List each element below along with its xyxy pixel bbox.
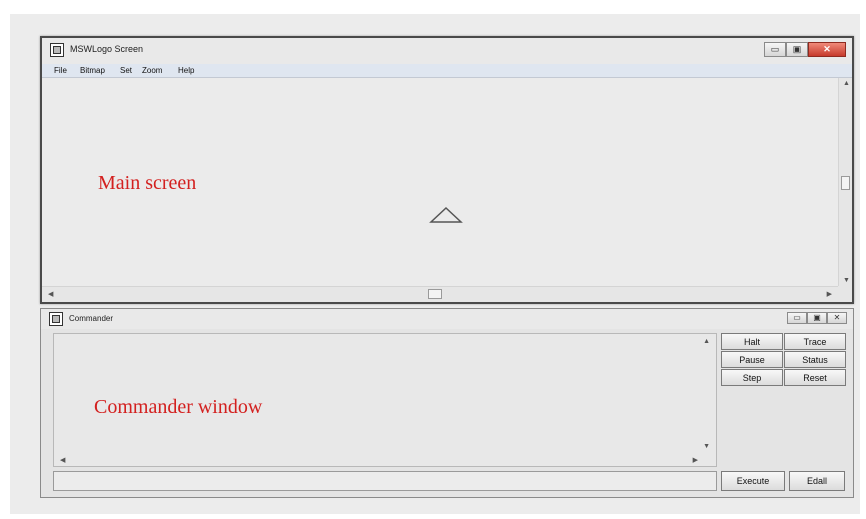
close-button[interactable]: ✕ [808, 42, 846, 57]
mswlogo-screen-window: MSWLogo Screen ▭ ▣ ✕ File Bitmap Set Zoo… [40, 36, 854, 304]
drawing-canvas[interactable]: Main screen [42, 78, 838, 286]
history-scroll-down-icon[interactable]: ▼ [703, 443, 710, 450]
step-button[interactable]: Step [721, 369, 783, 386]
commander-close-button[interactable]: ✕ [827, 312, 847, 324]
menu-bar: File Bitmap Set Zoom Help [42, 64, 852, 78]
scroll-down-icon[interactable]: ▼ [843, 277, 850, 284]
window-title: MSWLogo Screen [70, 44, 144, 54]
commander-button-grid: Halt Trace Pause Status Step Reset [721, 333, 846, 386]
menu-bitmap[interactable]: Bitmap [80, 66, 105, 75]
scroll-up-icon[interactable]: ▲ [843, 80, 850, 87]
menu-set[interactable]: Set [120, 66, 132, 75]
trace-button[interactable]: Trace [784, 333, 846, 350]
commander-minimize-button[interactable]: ▭ [787, 312, 807, 324]
command-history[interactable]: Commander window ▲ ▼ ◀ ▶ [53, 333, 717, 467]
commander-window-annotation: Commander window [94, 396, 263, 418]
horizontal-scroll-thumb[interactable] [428, 289, 442, 299]
commander-title-bar[interactable]: Commander ▭ ▣ ✕ [41, 309, 853, 329]
commander-action-buttons: Execute Edall [721, 471, 845, 491]
commander-maximize-button[interactable]: ▣ [807, 312, 827, 324]
app-icon [50, 43, 64, 57]
maximize-button[interactable]: ▣ [786, 42, 808, 57]
command-input[interactable] [53, 471, 717, 491]
pause-button[interactable]: Pause [721, 351, 783, 368]
menu-file[interactable]: File [54, 66, 67, 75]
vertical-scrollbar[interactable]: ▲ ▼ [838, 78, 852, 286]
history-scroll-left-icon[interactable]: ◀ [60, 456, 65, 464]
minimize-button[interactable]: ▭ [764, 42, 786, 57]
commander-title: Commander [69, 314, 114, 323]
vertical-scroll-thumb[interactable] [841, 176, 850, 190]
scroll-left-icon[interactable]: ◀ [48, 290, 53, 298]
main-screen-annotation: Main screen [98, 172, 197, 194]
halt-button[interactable]: Halt [721, 333, 783, 350]
turtle-triangle-icon [429, 206, 463, 223]
scroll-right-icon[interactable]: ▶ [827, 290, 832, 298]
execute-button[interactable]: Execute [721, 471, 785, 491]
commander-window: Commander ▭ ▣ ✕ Commander window ▲ ▼ ◀ ▶… [40, 308, 854, 498]
commander-controls: ▭ ▣ ✕ [787, 312, 847, 324]
horizontal-scrollbar[interactable]: ◀ ▶ [42, 286, 838, 302]
menu-help[interactable]: Help [178, 66, 194, 75]
menu-zoom[interactable]: Zoom [142, 66, 162, 75]
status-button[interactable]: Status [784, 351, 846, 368]
history-scroll-up-icon[interactable]: ▲ [703, 338, 710, 345]
history-scroll-right-icon[interactable]: ▶ [693, 456, 698, 464]
window-controls: ▭ ▣ ✕ [764, 42, 846, 57]
edall-button[interactable]: Edall [789, 471, 845, 491]
title-bar[interactable]: MSWLogo Screen ▭ ▣ ✕ [42, 38, 852, 64]
commander-icon [49, 312, 63, 326]
reset-button[interactable]: Reset [784, 369, 846, 386]
